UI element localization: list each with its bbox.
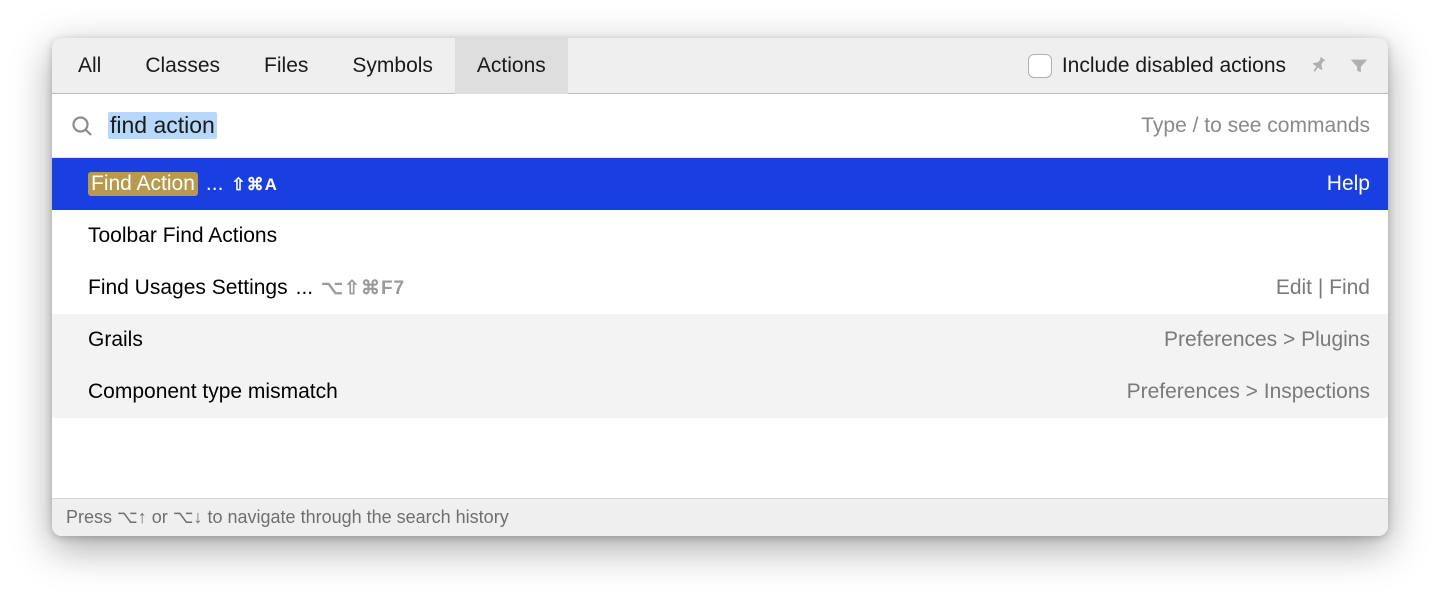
result-row[interactable]: Find Usages Settings... ⌥⇧⌘F7 Edit | Fin…	[52, 262, 1388, 314]
result-row[interactable]: Find Action... ⇧⌘A Help	[52, 158, 1388, 210]
filter-icon	[1348, 55, 1370, 77]
search-everywhere-window: All Classes Files Symbols Actions Includ…	[52, 38, 1388, 536]
result-label: Toolbar Find Actions	[88, 224, 277, 248]
result-label: Find Usages Settings	[88, 276, 288, 300]
tab-symbols[interactable]: Symbols	[330, 38, 455, 94]
result-category: Preferences > Inspections	[1127, 380, 1370, 404]
result-shortcut: ⇧⌘A	[231, 175, 278, 195]
pin-icon	[1308, 55, 1330, 77]
pin-button[interactable]	[1304, 51, 1334, 81]
results-list: Find Action... ⇧⌘A Help Toolbar Find Act…	[52, 158, 1388, 498]
search-hint: Type / to see commands	[1141, 114, 1370, 138]
footer-hint-bar: Press ⌥↑ or ⌥↓ to navigate through the s…	[52, 498, 1388, 536]
result-shortcut: ⌥⇧⌘F7	[321, 277, 405, 300]
filter-button[interactable]	[1344, 51, 1374, 81]
result-row[interactable]: Grails Preferences > Plugins	[52, 314, 1388, 366]
result-category: Preferences > Plugins	[1164, 328, 1370, 352]
search-input[interactable]: find action	[108, 112, 217, 139]
tab-actions[interactable]: Actions	[455, 38, 568, 94]
tab-classes[interactable]: Classes	[123, 38, 242, 94]
search-bar: find action Type / to see commands	[52, 94, 1388, 158]
result-label: Grails	[88, 328, 143, 352]
tab-files[interactable]: Files	[242, 38, 330, 94]
include-disabled-label: Include disabled actions	[1062, 54, 1286, 78]
result-category: Help	[1327, 172, 1370, 196]
include-disabled-wrap: Include disabled actions	[1028, 54, 1286, 78]
result-label: Find Action	[88, 172, 198, 196]
result-row[interactable]: Component type mismatch Preferences > In…	[52, 366, 1388, 418]
result-ellipsis: ...	[296, 276, 314, 300]
result-label: Component type mismatch	[88, 380, 338, 404]
result-ellipsis: ...	[206, 172, 224, 196]
result-category: Edit | Find	[1276, 276, 1370, 300]
tabbar: All Classes Files Symbols Actions Includ…	[52, 38, 1388, 94]
result-row[interactable]: Toolbar Find Actions	[52, 210, 1388, 262]
footer-hint-text: Press ⌥↑ or ⌥↓ to navigate through the s…	[66, 507, 509, 528]
include-disabled-checkbox[interactable]	[1028, 54, 1052, 78]
search-icon	[70, 114, 94, 138]
tab-all[interactable]: All	[56, 38, 123, 94]
